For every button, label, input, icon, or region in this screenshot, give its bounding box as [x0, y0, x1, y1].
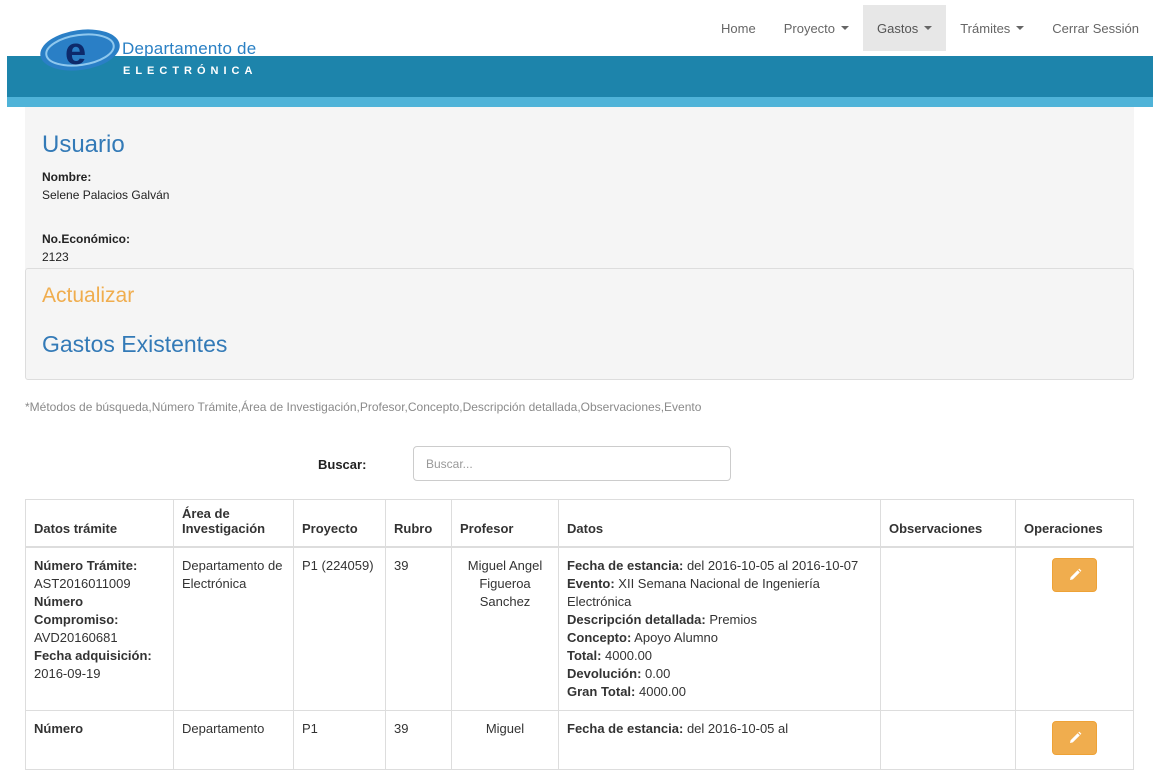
cell-area: Departamento — [173, 710, 294, 770]
cell-proyecto: P1 (224059) — [293, 546, 386, 711]
logo-line2: ELECTRÓNICA — [123, 65, 258, 77]
search-methods-hint: *Métodos de búsqueda,Número Trámite,Área… — [25, 400, 702, 414]
column-header[interactable]: Profesor — [451, 499, 559, 548]
nav-home[interactable]: Home — [707, 5, 770, 51]
actualizar-link[interactable]: Actualizar — [42, 284, 134, 308]
total-label: Total: — [567, 648, 602, 663]
caret-down-icon — [841, 26, 850, 30]
fecha-adquisicion-label: Fecha adquisición: — [34, 648, 152, 663]
estancia-label: Fecha de estancia: — [567, 721, 684, 736]
cell-datos-tramite: Número Trámite: AST2016011009 Número Com… — [25, 546, 174, 711]
nav-cerrar-sesion-label: Cerrar Sessión — [1052, 20, 1139, 36]
gastos-table: Datos trámite Área de Investigación Proy… — [25, 499, 1134, 770]
nav-tramites[interactable]: Trámites — [946, 5, 1038, 51]
name-value: Selene Palacios Galván — [42, 188, 170, 202]
nav-home-label: Home — [721, 20, 756, 36]
edit-button[interactable] — [1052, 558, 1097, 592]
nav-cerrar-sesion[interactable]: Cerrar Sessión — [1038, 5, 1153, 51]
column-header[interactable]: Observaciones — [880, 499, 1016, 548]
compromiso-label: Número Compromiso: — [34, 594, 119, 627]
econ-number-label: No.Económico: — [42, 232, 131, 246]
devolucion-label: Devolución: — [567, 666, 642, 681]
gran-total-label: Gran Total: — [567, 684, 636, 699]
logo-line1: Departamento de — [122, 39, 257, 58]
gastos-heading: Gastos Existentes — [42, 331, 228, 357]
descripcion-value: Premios — [705, 612, 758, 627]
cell-proyecto: P1 — [293, 710, 386, 770]
user-panel: Usuario Nombre: Selene Palacios Galván N… — [25, 107, 1134, 269]
cell-area: Departamento de Electrónica — [173, 546, 294, 711]
nav-tramites-label: Trámites — [960, 20, 1011, 36]
column-header[interactable]: Área de Investigación — [173, 499, 294, 548]
edit-button[interactable] — [1052, 721, 1097, 755]
cell-profesor: Miguel Angel Figueroa Sanchez — [451, 546, 559, 711]
cell-datos: Fecha de estancia: del 2016-10-05 al 201… — [558, 546, 881, 711]
cell-operaciones — [1015, 546, 1134, 711]
cell-operaciones — [1015, 710, 1134, 770]
column-header[interactable]: Proyecto — [293, 499, 386, 548]
search-input[interactable] — [413, 446, 731, 481]
cell-profesor: Miguel — [451, 710, 559, 770]
logo-letter: e — [65, 31, 86, 73]
tramite-value: AST2016011009 — [34, 576, 131, 591]
header-accent-line — [7, 97, 1153, 107]
cell-rubro: 39 — [385, 710, 452, 770]
fecha-adquisicion-value: 2016-09-19 — [34, 666, 101, 681]
table-row: Número Departamento P1 39 Miguel Fecha d… — [25, 710, 1134, 770]
cell-rubro: 39 — [385, 546, 452, 711]
column-header[interactable]: Rubro — [385, 499, 452, 548]
gran-total-value: 4000.00 — [635, 684, 686, 699]
nav-proyecto-label: Proyecto — [783, 20, 836, 36]
user-heading: Usuario — [42, 131, 125, 158]
pencil-icon — [1070, 568, 1082, 580]
cell-observaciones — [880, 710, 1016, 770]
table-row: Número Trámite: AST2016011009 Número Com… — [25, 546, 1134, 711]
concepto-label: Concepto: — [567, 630, 632, 645]
caret-down-icon — [924, 26, 933, 30]
table-header-row: Datos trámite Área de Investigación Proy… — [25, 499, 1134, 548]
estancia-label: Fecha de estancia: — [567, 558, 684, 573]
estancia-value: del 2016-10-05 al 2016-10-07 — [683, 558, 859, 573]
nav-gastos[interactable]: Gastos — [863, 5, 947, 51]
tramite-label: Número — [34, 721, 84, 736]
column-header[interactable]: Operaciones — [1015, 499, 1134, 548]
column-header[interactable]: Datos — [558, 499, 881, 548]
cell-datos: Fecha de estancia: del 2016-10-05 al — [558, 710, 881, 770]
cell-datos-tramite: Número — [25, 710, 174, 770]
evento-label: Evento: — [567, 576, 615, 591]
total-value: 4000.00 — [601, 648, 653, 663]
concepto-value: Apoyo Alumno — [631, 630, 719, 645]
column-header[interactable]: Datos trámite — [25, 499, 174, 548]
compromiso-value: AVD20160681 — [34, 630, 118, 645]
caret-down-icon — [1016, 26, 1025, 30]
devolucion-value: 0.00 — [641, 666, 671, 681]
nav-gastos-label: Gastos — [877, 20, 919, 36]
econ-number-value: 2123 — [42, 250, 69, 264]
pencil-icon — [1070, 731, 1082, 743]
main-nav: Home Proyecto Gastos Trámites Cerrar Ses… — [707, 5, 1153, 51]
logo-e-icon: e — [40, 29, 120, 73]
cell-observaciones — [880, 546, 1016, 711]
search-label: Buscar: — [318, 457, 367, 472]
gastos-panel: Actualizar Gastos Existentes — [25, 268, 1134, 380]
nav-proyecto[interactable]: Proyecto — [770, 5, 863, 51]
tramite-label: Número Trámite: — [34, 558, 138, 573]
descripcion-label: Descripción detallada: — [567, 612, 706, 627]
estancia-value: del 2016-10-05 al — [683, 721, 789, 736]
name-label: Nombre: — [42, 170, 92, 184]
